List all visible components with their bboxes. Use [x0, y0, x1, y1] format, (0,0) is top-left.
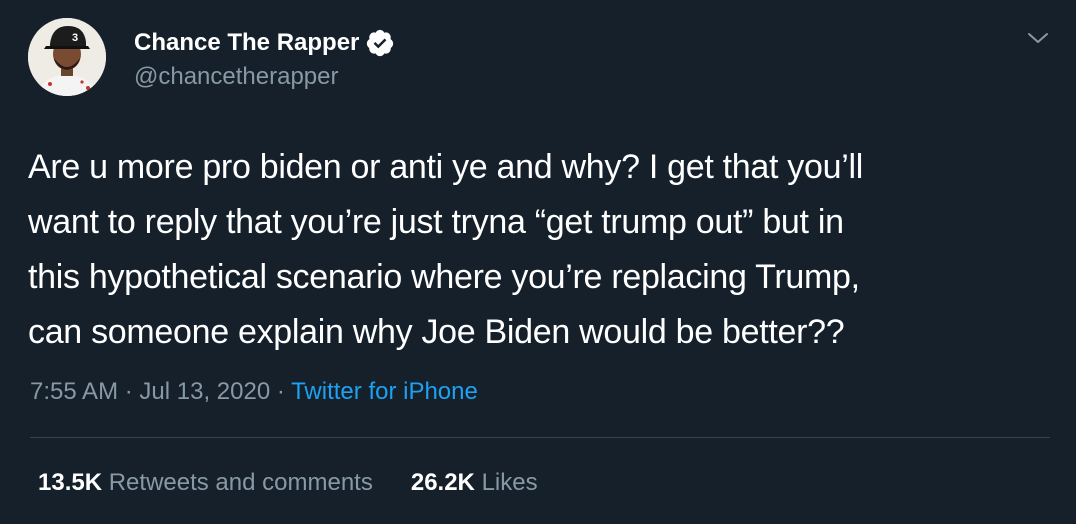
chevron-down-icon[interactable]	[1024, 26, 1052, 50]
author-handle[interactable]: @chancetherapper	[134, 62, 339, 92]
likes-label: Likes	[481, 469, 538, 496]
likes-stat[interactable]: 26.2K Likes	[411, 468, 538, 498]
meta-separator: ·	[276, 378, 285, 405]
tweet-text-line: Are u more pro biden or anti ye and why?…	[28, 148, 863, 186]
tweet-metadata: 7:55 AM · Jul 13, 2020 · Twitter for iPh…	[30, 377, 478, 407]
tweet-stats: 13.5K Retweets and comments 26.2K Likes	[38, 468, 576, 498]
tweet-date[interactable]: Jul 13, 2020	[139, 378, 270, 405]
tweet-time[interactable]: 7:55 AM	[30, 378, 118, 405]
tweet-text-line: want to reply that you’re just tryna “ge…	[28, 203, 844, 241]
likes-count: 26.2K	[410, 469, 475, 496]
avatar-image: 3	[28, 18, 106, 96]
author-name-row: Chance The Rapper	[134, 28, 395, 58]
verified-badge-icon	[365, 28, 395, 58]
retweets-count: 13.5K	[38, 469, 103, 496]
svg-text:3: 3	[72, 32, 78, 44]
tweet-text-line: this hypothetical scenario where you’re …	[28, 258, 860, 296]
tweet-text: Are u more pro biden or anti ye and why?…	[28, 140, 1058, 360]
divider	[30, 437, 1050, 438]
meta-separator: ·	[124, 378, 133, 405]
display-name[interactable]: Chance The Rapper	[134, 28, 359, 58]
tweet-card: 3 Chance The Rapper @chancetherapper Are…	[0, 0, 1076, 524]
retweets-stat[interactable]: 13.5K Retweets and comments	[38, 468, 373, 498]
retweets-label: Retweets and comments	[108, 469, 373, 496]
avatar[interactable]: 3	[28, 18, 106, 96]
tweet-text-line: can someone explain why Joe Biden would …	[28, 313, 845, 351]
tweet-source-link[interactable]: Twitter for iPhone	[291, 378, 478, 405]
